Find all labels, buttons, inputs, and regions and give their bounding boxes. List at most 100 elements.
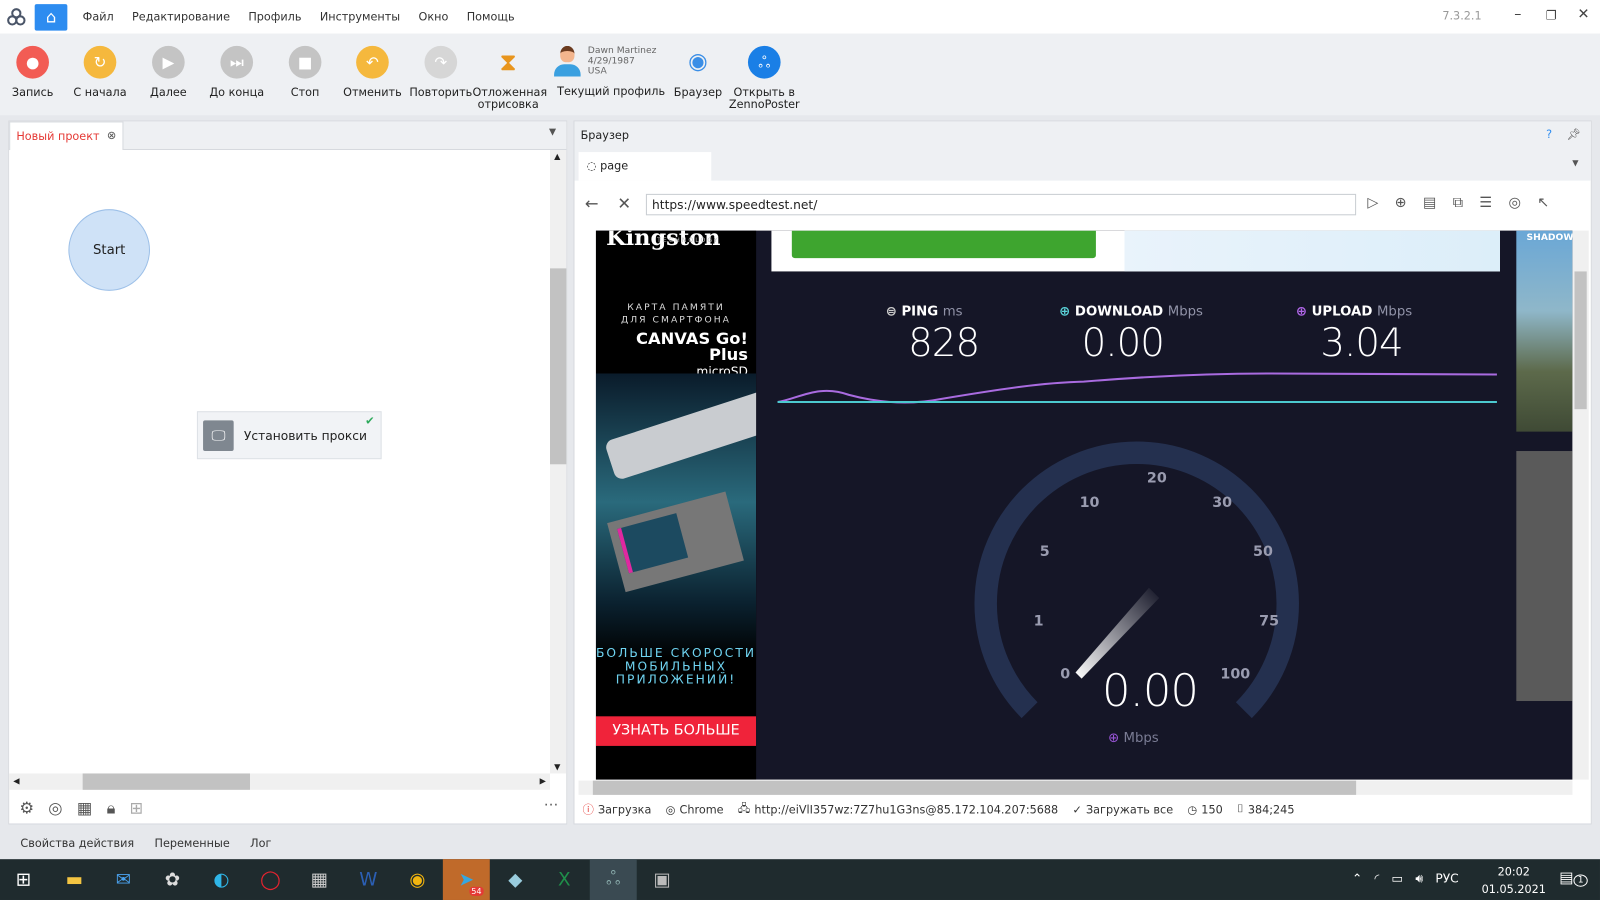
deferred-render-button[interactable]: ⧗ Отложенная отрисовка [472,46,547,111]
stop-button[interactable]: ■ Стоп [269,45,340,99]
bottom-tabs: Свойства действия Переменные Лог [0,837,271,855]
redo-button[interactable]: ↷ Повторить [405,45,476,99]
back-button[interactable]: ← [585,194,599,213]
redo-icon: ↷ [424,45,458,79]
browser-panel: Браузер ? 📌︎ ◌ page ▼ ← ✕ https://www.sp… [573,120,1592,825]
menu-window[interactable]: Окно [419,10,449,23]
clock[interactable]: 20:02 01.05.2021 [1482,863,1546,898]
web-page[interactable]: Kingston TECHNOLOGY КАРТА ПАМЯТИ ДЛЯ СМАР… [595,230,1573,780]
emulation-icon[interactable]: ◎ [1508,195,1520,211]
status-size-label: 384;245 [1247,802,1295,816]
tab-variables[interactable]: Переменные [155,837,230,855]
kingston-ad[interactable]: Kingston TECHNOLOGY КАРТА ПАМЯТИ ДЛЯ СМАР… [595,230,757,780]
clock-date: 01.05.2021 [1481,882,1546,896]
go-icon[interactable]: ▷ [1367,195,1378,211]
version-label: 7.3.2.1 [1442,9,1482,23]
cursor-icon[interactable]: ↖ [1537,195,1549,211]
edge-icon[interactable]: ◐ [198,859,245,900]
word-icon[interactable]: W [345,859,392,900]
excel-icon[interactable]: X [541,859,588,900]
record-button[interactable]: ● Запись [0,45,68,99]
canvas-vertical-scrollbar[interactable]: ▲ ▼ [549,149,567,774]
status-engine[interactable]: ◎ Chrome [666,803,724,816]
download-windows-button[interactable] [791,230,1096,259]
start-menu-button[interactable]: ⊞ [0,859,47,900]
show-hidden-icons[interactable]: ⌃ [1352,871,1362,886]
project-maker-icon[interactable]: ▣ [639,859,686,900]
url-input[interactable]: https://www.speedtest.net/ [645,193,1357,216]
open-in-zennoposter-button[interactable]: ஃ Открыть в ZennoPoster [729,45,800,111]
cookies-icon[interactable]: ☰ [1479,195,1492,211]
add-icon[interactable]: ⊕ [1395,195,1407,211]
status-loading-label: Загрузка [597,802,652,816]
project-panel: Новый проект ⊗ ▼ Start 🖵 Установить прокс… [8,120,568,825]
chrome-icon: ◎ [665,802,676,816]
help-button[interactable]: ? [1546,128,1552,141]
tab-action-properties[interactable]: Свойства действия [20,837,134,855]
telegram-icon[interactable]: ➤ 54 [442,859,490,900]
ad-cta-button[interactable]: УЗНАТЬ БОЛЬШЕ [595,716,757,746]
calculator-icon[interactable]: ▦ [296,859,343,900]
set-proxy-action-node[interactable]: 🖵 Установить прокси ✔ [196,411,382,460]
tab-dropdown-icon[interactable]: ▼ [549,128,556,138]
wifi-icon[interactable]: ◜ [1375,871,1380,886]
current-profile-button[interactable]: Текущий профиль [557,85,665,98]
pin-icon[interactable]: 📌︎ [1566,128,1580,141]
upload-header: ⊕ UPLOAD Mbps [1296,304,1412,319]
menu-help[interactable]: Помощь [467,10,515,23]
home-button[interactable]: ⌂ [34,3,68,31]
page-source-icon[interactable]: ▤ [1423,195,1437,211]
project-canvas[interactable]: Start 🖵 Установить прокси ✔ [9,149,550,774]
start-node[interactable]: Start [68,209,150,291]
opera-icon[interactable]: ◯ [247,859,294,900]
battery-icon[interactable]: ▭ [1392,871,1404,886]
status-load-mode[interactable]: ✓ Загружать все [1072,803,1173,816]
more-icon[interactable]: ⋯ [544,797,558,813]
tab-log[interactable]: Лог [250,837,271,855]
menu-tools[interactable]: Инструменты [320,10,400,23]
zennoposter-taskbar-icon[interactable]: ஃ [589,859,637,900]
browser-button[interactable]: ◉ Браузер [662,46,733,99]
file-explorer-icon[interactable]: ▬ [51,859,98,900]
tab-new-project[interactable]: Новый проект ⊗ [9,121,124,152]
mail-icon[interactable]: ✉ [100,859,147,900]
status-proxy[interactable]: 🖧︎ http://eiVlI357wz:7Z7hu1G3ns@85.172.10… [738,799,1058,818]
page-vertical-scrollbar[interactable] [1572,230,1589,780]
tabs-dropdown-icon[interactable]: ▼ [1572,158,1578,167]
skip-end-icon: ⏭ [220,45,254,79]
settings-icon[interactable]: ⚙ [19,798,34,818]
app-icon[interactable]: ◆ [492,859,539,900]
hourglass-icon: ⧗ [499,47,517,77]
status-timeout-label: 150 [1201,802,1223,816]
volume-icon[interactable]: 🔊︎ [1415,871,1423,886]
add-icon[interactable]: ⊞ [130,798,144,818]
screenshot-icon[interactable]: ⧉ [1453,195,1463,211]
page-horizontal-scrollbar[interactable] [578,780,1573,795]
canvas-horizontal-scrollbar[interactable]: ◀ ▶ [9,773,550,790]
close-tab-icon[interactable]: ⊗ [107,129,116,142]
restore-button[interactable]: ❐ [1546,8,1557,22]
grid-icon[interactable]: ▦ [77,798,92,818]
close-window-button[interactable]: ✕ [1578,6,1590,22]
top-banner[interactable] [771,230,1500,272]
stop-loading-button[interactable]: ✕ [617,194,631,213]
restart-label: С начала [73,85,127,99]
menu-edit[interactable]: Редактирование [132,10,230,23]
language-indicator[interactable]: РУС [1435,871,1458,886]
minimize-button[interactable]: – [1514,6,1521,22]
app-icon[interactable]: ✿ [149,859,196,900]
lock-icon[interactable]: 🔒︎ [107,798,116,818]
status-size[interactable]: ⌷ 384;245 [1237,802,1294,816]
next-button[interactable]: ▶ Далее [133,45,204,99]
browser-tab-page[interactable]: ◌ page [578,152,712,181]
notifications-button[interactable]: ▤ 1 [1559,868,1588,887]
undo-button[interactable]: ↶ Отменить [337,45,408,99]
user-icon[interactable]: ◎ [48,798,62,818]
right-ad[interactable]: SHADOW [1516,230,1573,432]
menu-profile[interactable]: Профиль [248,10,301,23]
restart-button[interactable]: ↻ С начала [64,45,135,99]
status-timeout[interactable]: ◷ 150 [1187,803,1222,816]
chrome-icon[interactable]: ◉ [394,859,441,900]
menu-file[interactable]: Файл [83,10,114,23]
to-end-button[interactable]: ⏭ До конца [201,45,272,99]
